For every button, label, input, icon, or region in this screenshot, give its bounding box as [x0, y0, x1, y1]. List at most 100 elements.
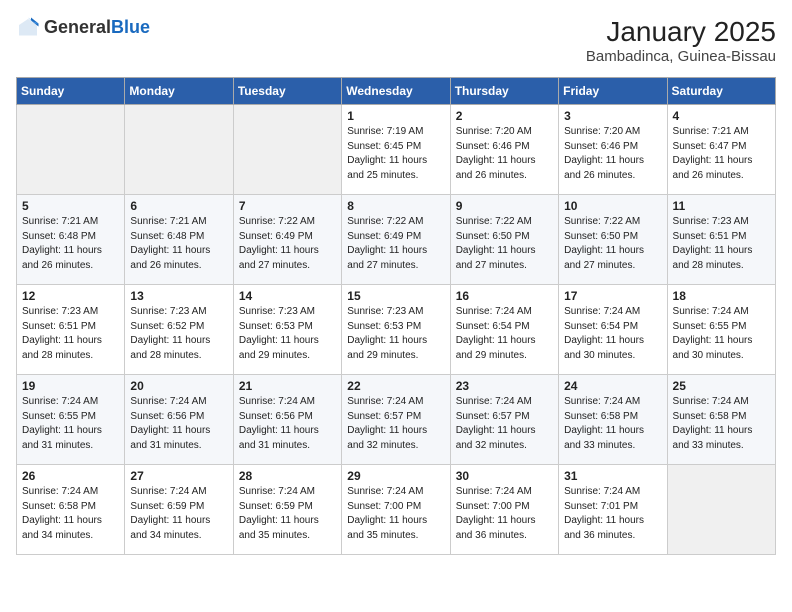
calendar-cell: 26Sunrise: 7:24 AM Sunset: 6:58 PM Dayli…: [17, 465, 125, 555]
weekday-header-saturday: Saturday: [667, 78, 775, 105]
day-info: Sunrise: 7:23 AM Sunset: 6:51 PM Dayligh…: [673, 215, 770, 273]
day-number: 28: [239, 469, 336, 483]
calendar-cell: 21 Sunrise: 7:24 AM Sunset: 6:56 PM Dayli…: [233, 375, 341, 465]
day-info: Sunrise: 7:24 AM Sunset: 7:00 PM Dayligh…: [347, 485, 444, 543]
day-info: Sunrise: 7:24 AM Sunset: 6:55 PM Dayligh…: [673, 305, 770, 363]
calendar-cell: 14Sunrise: 7:23 AM Sunset: 6:53 PM Dayli…: [233, 285, 341, 375]
day-number: 7: [239, 199, 336, 213]
day-info: Sunrise: 7:20 AM Sunset: 6:46 PM Dayligh…: [564, 125, 661, 183]
logo-blue: Blue: [111, 17, 150, 37]
day-number: 8: [347, 199, 444, 213]
day-number: 24: [564, 379, 661, 393]
calendar-table: SundayMondayTuesdayWednesdayThursdayFrid…: [16, 77, 776, 555]
calendar-cell: 10 Sunrise: 7:22 AM Sunset: 6:50 PM Dayli…: [559, 195, 667, 285]
day-info: Sunrise: 7:24 AM Sunset: 7:00 PM Dayligh…: [456, 485, 553, 543]
day-number: 20: [130, 379, 227, 393]
calendar-cell: 8 Sunrise: 7:22 AM Sunset: 6:49 PM Daylig…: [342, 195, 450, 285]
logo: GeneralBlue: [16, 16, 150, 40]
day-number: 30: [456, 469, 553, 483]
day-number: 22: [347, 379, 444, 393]
weekday-header-row: SundayMondayTuesdayWednesdayThursdayFrid…: [17, 78, 776, 105]
day-info: Sunrise: 7:21 AM Sunset: 6:48 PM Dayligh…: [130, 215, 227, 273]
day-info: Sunrise: 7:24 AM Sunset: 6:58 PM Dayligh…: [673, 395, 770, 453]
day-number: 11: [673, 199, 770, 213]
calendar-week-row: 19 Sunrise: 7:24 AM Sunset: 6:55 PM Dayli…: [17, 375, 776, 465]
calendar-cell: [125, 105, 233, 195]
calendar-cell: 1Sunrise: 7:19 AM Sunset: 6:45 PM Daylig…: [342, 105, 450, 195]
calendar-week-row: 1Sunrise: 7:19 AM Sunset: 6:45 PM Daylig…: [17, 105, 776, 195]
day-number: 27: [130, 469, 227, 483]
day-info: Sunrise: 7:22 AM Sunset: 6:50 PM Dayligh…: [456, 215, 553, 273]
weekday-header-sunday: Sunday: [17, 78, 125, 105]
calendar-cell: 13 Sunrise: 7:23 AM Sunset: 6:52 PM Dayli…: [125, 285, 233, 375]
day-number: 5: [22, 199, 119, 213]
weekday-header-thursday: Thursday: [450, 78, 558, 105]
day-info: Sunrise: 7:23 AM Sunset: 6:52 PM Dayligh…: [130, 305, 227, 363]
day-number: 9: [456, 199, 553, 213]
calendar-cell: 12Sunrise: 7:23 AM Sunset: 6:51 PM Dayli…: [17, 285, 125, 375]
day-info: Sunrise: 7:24 AM Sunset: 6:59 PM Dayligh…: [130, 485, 227, 543]
day-info: Sunrise: 7:22 AM Sunset: 6:49 PM Dayligh…: [239, 215, 336, 273]
weekday-header-friday: Friday: [559, 78, 667, 105]
calendar-cell: 16Sunrise: 7:24 AM Sunset: 6:54 PM Dayli…: [450, 285, 558, 375]
calendar-cell: [667, 465, 775, 555]
day-number: 25: [673, 379, 770, 393]
calendar-week-row: 5 Sunrise: 7:21 AM Sunset: 6:48 PM Daylig…: [17, 195, 776, 285]
calendar-cell: 9 Sunrise: 7:22 AM Sunset: 6:50 PM Daylig…: [450, 195, 558, 285]
calendar-week-row: 26Sunrise: 7:24 AM Sunset: 6:58 PM Dayli…: [17, 465, 776, 555]
day-info: Sunrise: 7:24 AM Sunset: 6:57 PM Dayligh…: [347, 395, 444, 453]
day-number: 19: [22, 379, 119, 393]
weekday-header-monday: Monday: [125, 78, 233, 105]
calendar-cell: [17, 105, 125, 195]
day-info: Sunrise: 7:22 AM Sunset: 6:49 PM Dayligh…: [347, 215, 444, 273]
day-info: Sunrise: 7:24 AM Sunset: 7:01 PM Dayligh…: [564, 485, 661, 543]
day-info: Sunrise: 7:24 AM Sunset: 6:54 PM Dayligh…: [456, 305, 553, 363]
day-info: Sunrise: 7:24 AM Sunset: 6:56 PM Dayligh…: [130, 395, 227, 453]
day-number: 10: [564, 199, 661, 213]
day-info: Sunrise: 7:24 AM Sunset: 6:59 PM Dayligh…: [239, 485, 336, 543]
calendar-cell: 23 Sunrise: 7:24 AM Sunset: 6:57 PM Dayli…: [450, 375, 558, 465]
calendar-cell: 29 Sunrise: 7:24 AM Sunset: 7:00 PM Dayli…: [342, 465, 450, 555]
calendar-cell: 31 Sunrise: 7:24 AM Sunset: 7:01 PM Dayli…: [559, 465, 667, 555]
calendar-cell: 4Sunrise: 7:21 AM Sunset: 6:47 PM Daylig…: [667, 105, 775, 195]
title-block: January 2025 Bambadinca, Guinea-Bissau: [586, 16, 776, 65]
day-info: Sunrise: 7:22 AM Sunset: 6:50 PM Dayligh…: [564, 215, 661, 273]
day-number: 13: [130, 289, 227, 303]
day-number: 29: [347, 469, 444, 483]
day-info: Sunrise: 7:23 AM Sunset: 6:53 PM Dayligh…: [347, 305, 444, 363]
calendar-cell: 22 Sunrise: 7:24 AM Sunset: 6:57 PM Dayli…: [342, 375, 450, 465]
logo-icon: [16, 16, 40, 40]
day-info: Sunrise: 7:19 AM Sunset: 6:45 PM Dayligh…: [347, 125, 444, 183]
calendar-cell: 18Sunrise: 7:24 AM Sunset: 6:55 PM Dayli…: [667, 285, 775, 375]
weekday-header-wednesday: Wednesday: [342, 78, 450, 105]
calendar-cell: 11 Sunrise: 7:23 AM Sunset: 6:51 PM Dayli…: [667, 195, 775, 285]
logo-general: General: [44, 17, 111, 37]
day-number: 15: [347, 289, 444, 303]
calendar-cell: 27 Sunrise: 7:24 AM Sunset: 6:59 PM Dayli…: [125, 465, 233, 555]
weekday-header-tuesday: Tuesday: [233, 78, 341, 105]
page-header: GeneralBlue January 2025 Bambadinca, Gui…: [16, 16, 776, 65]
day-number: 14: [239, 289, 336, 303]
calendar-cell: 15 Sunrise: 7:23 AM Sunset: 6:53 PM Dayli…: [342, 285, 450, 375]
calendar-cell: 28 Sunrise: 7:24 AM Sunset: 6:59 PM Dayli…: [233, 465, 341, 555]
day-info: Sunrise: 7:24 AM Sunset: 6:57 PM Dayligh…: [456, 395, 553, 453]
day-number: 31: [564, 469, 661, 483]
day-info: Sunrise: 7:24 AM Sunset: 6:56 PM Dayligh…: [239, 395, 336, 453]
day-info: Sunrise: 7:24 AM Sunset: 6:55 PM Dayligh…: [22, 395, 119, 453]
day-info: Sunrise: 7:24 AM Sunset: 6:58 PM Dayligh…: [22, 485, 119, 543]
day-number: 3: [564, 109, 661, 123]
day-info: Sunrise: 7:21 AM Sunset: 6:47 PM Dayligh…: [673, 125, 770, 183]
calendar-cell: 19 Sunrise: 7:24 AM Sunset: 6:55 PM Dayli…: [17, 375, 125, 465]
calendar-cell: 5Sunrise: 7:21 AM Sunset: 6:48 PM Daylig…: [17, 195, 125, 285]
day-number: 23: [456, 379, 553, 393]
day-info: Sunrise: 7:24 AM Sunset: 6:58 PM Dayligh…: [564, 395, 661, 453]
calendar-cell: 17Sunrise: 7:24 AM Sunset: 6:54 PM Dayli…: [559, 285, 667, 375]
calendar-cell: 6 Sunrise: 7:21 AM Sunset: 6:48 PM Daylig…: [125, 195, 233, 285]
day-number: 21: [239, 379, 336, 393]
calendar-cell: 3 Sunrise: 7:20 AM Sunset: 6:46 PM Daylig…: [559, 105, 667, 195]
day-number: 6: [130, 199, 227, 213]
calendar-cell: 2Sunrise: 7:20 AM Sunset: 6:46 PM Daylig…: [450, 105, 558, 195]
calendar-cell: 24 Sunrise: 7:24 AM Sunset: 6:58 PM Dayli…: [559, 375, 667, 465]
day-info: Sunrise: 7:20 AM Sunset: 6:46 PM Dayligh…: [456, 125, 553, 183]
day-info: Sunrise: 7:23 AM Sunset: 6:51 PM Dayligh…: [22, 305, 119, 363]
